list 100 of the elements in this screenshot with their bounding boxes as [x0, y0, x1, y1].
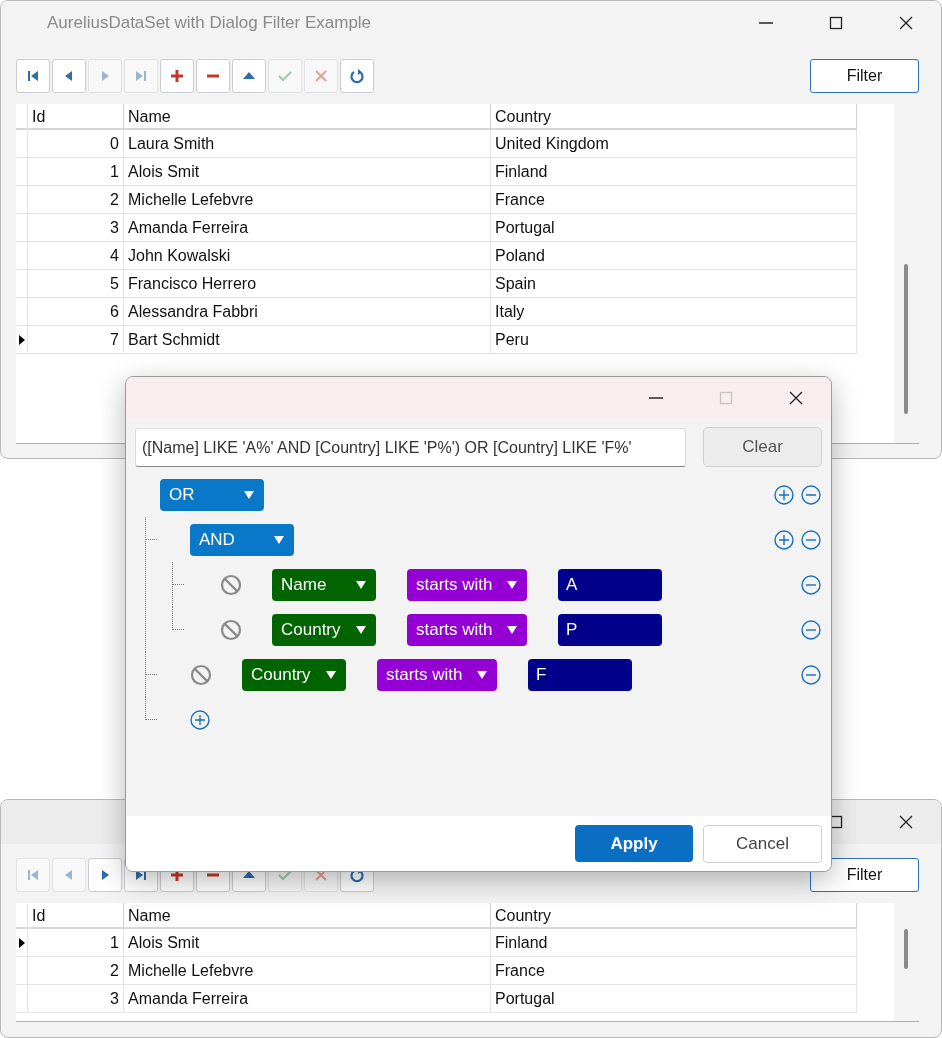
field-dropdown[interactable]: Country	[242, 658, 346, 691]
table-cell: Alois Smit	[124, 929, 491, 956]
skip-to-end-icon	[133, 68, 149, 84]
table-cell: Amanda Ferreira	[124, 214, 491, 241]
table-cell: Poland	[491, 242, 857, 269]
table-cell: 3	[28, 985, 124, 1012]
table-cell: 6	[28, 298, 124, 325]
column-header[interactable]: Name	[124, 104, 491, 130]
column-header[interactable]: Country	[491, 903, 857, 929]
close-icon	[898, 814, 914, 830]
disable-icon[interactable]	[190, 663, 212, 686]
toolbar-button[interactable]	[52, 59, 86, 93]
remove-button[interactable]	[801, 574, 821, 595]
table-cell: 2	[28, 186, 124, 213]
table-cell: France	[491, 186, 857, 213]
caret-icon	[244, 490, 254, 499]
filter-button[interactable]: Filter	[810, 858, 919, 892]
table-cell: 4	[28, 242, 124, 269]
cancel-button[interactable]: Cancel	[703, 824, 822, 863]
operator-dropdown[interactable]: starts with	[377, 658, 497, 691]
table-cell: 7	[28, 326, 124, 353]
minus-circle-icon	[801, 664, 821, 685]
value-field[interactable]: F	[528, 658, 632, 691]
remove-button[interactable]	[801, 619, 821, 640]
minimize-icon	[649, 397, 663, 399]
toolbar-button[interactable]	[232, 59, 266, 93]
column-header[interactable]: Name	[124, 903, 491, 929]
table-cell: 0	[28, 130, 124, 157]
table-cell: Michelle Lefebvre	[124, 186, 491, 213]
caret-icon	[274, 535, 284, 544]
minus-circle-icon	[801, 574, 821, 595]
disable-icon[interactable]	[220, 618, 242, 641]
toolbar-button[interactable]	[196, 59, 230, 93]
toolbar-button[interactable]	[160, 59, 194, 93]
table-cell: Portugal	[491, 214, 857, 241]
plus-icon	[169, 68, 185, 84]
group-operator-dropdown[interactable]: OR	[160, 478, 264, 511]
table-cell: Finland	[491, 158, 857, 185]
value-field[interactable]: A	[558, 568, 662, 601]
apply-button[interactable]: Apply	[575, 825, 693, 862]
remove-button[interactable]	[801, 664, 821, 685]
check-icon	[277, 68, 293, 84]
table-cell: Spain	[491, 270, 857, 297]
plus-circle-icon	[190, 709, 210, 730]
table-cell: Bart Schmidt	[124, 326, 491, 353]
caret-icon	[507, 580, 517, 589]
caret-icon	[507, 625, 517, 634]
column-header[interactable]: Id	[28, 104, 124, 130]
caret-icon	[356, 580, 366, 589]
table-cell: Alois Smit	[124, 158, 491, 185]
table-cell: John Kowalski	[124, 242, 491, 269]
table-cell: Francisco Herrero	[124, 270, 491, 297]
scrollbar-thumb[interactable]	[904, 929, 908, 969]
operator-dropdown[interactable]: starts with	[407, 613, 527, 646]
minus-circle-icon	[801, 619, 821, 640]
close-icon	[898, 15, 914, 31]
filter-expression-field[interactable]: ([Name] LIKE 'A%' AND [Country] LIKE 'P%') OR [Country] LIKE 'F%'	[135, 427, 686, 467]
table-cell: Finland	[491, 929, 857, 956]
minimize-icon	[759, 22, 773, 24]
add-button[interactable]	[774, 484, 794, 505]
scrollbar-thumb[interactable]	[904, 264, 908, 414]
add-button[interactable]	[774, 529, 794, 550]
window-title: AureliusDataSet with Dialog Filter Example	[47, 13, 373, 33]
row-pointer-icon	[18, 937, 25, 948]
close-icon	[788, 390, 804, 406]
column-header[interactable]: Country	[491, 104, 857, 130]
table-cell: Alessandra Fabbri	[124, 298, 491, 325]
value-field[interactable]: P	[558, 613, 662, 646]
table-cell: Laura Smith	[124, 130, 491, 157]
add-button[interactable]	[190, 709, 210, 730]
clear-button[interactable]: Clear	[703, 427, 822, 467]
table-cell: 1	[28, 158, 124, 185]
remove-button[interactable]	[801, 529, 821, 550]
table-cell: Amanda Ferreira	[124, 985, 491, 1012]
table-cell: 3	[28, 214, 124, 241]
toolbar-button[interactable]	[88, 858, 122, 892]
table-cell: Peru	[491, 326, 857, 353]
plus-circle-icon	[774, 484, 794, 505]
table-cell: United Kingdom	[491, 130, 857, 157]
field-dropdown[interactable]: Name	[272, 568, 376, 601]
maximize-icon	[828, 15, 844, 31]
minus-circle-icon	[801, 529, 821, 550]
operator-dropdown[interactable]: starts with	[407, 568, 527, 601]
toolbar-button[interactable]	[340, 59, 374, 93]
table-cell: France	[491, 957, 857, 984]
maximize-icon	[718, 390, 734, 406]
plus-circle-icon	[774, 529, 794, 550]
remove-button[interactable]	[801, 484, 821, 505]
disable-icon[interactable]	[220, 573, 242, 596]
field-dropdown[interactable]: Country	[272, 613, 376, 646]
minus-circle-icon	[801, 484, 821, 505]
toolbar-button[interactable]	[16, 59, 50, 93]
filter-button[interactable]: Filter	[810, 59, 919, 93]
table-cell: Michelle Lefebvre	[124, 957, 491, 984]
group-operator-dropdown[interactable]: AND	[190, 523, 294, 556]
row-pointer-icon	[18, 334, 25, 345]
column-header[interactable]: Id	[28, 903, 124, 929]
caret-icon	[356, 625, 366, 634]
skip-to-start-icon	[25, 867, 41, 883]
table-cell: 2	[28, 957, 124, 984]
